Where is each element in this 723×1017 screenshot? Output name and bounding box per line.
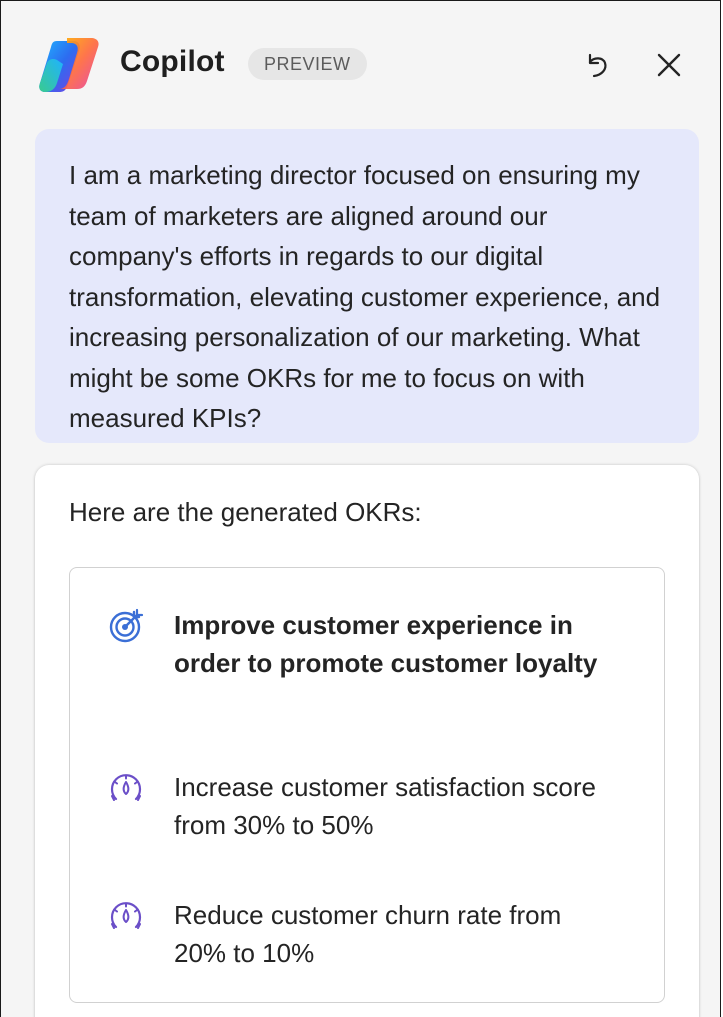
undo-icon xyxy=(588,53,607,78)
undo-button[interactable] xyxy=(579,47,615,83)
key-result-item[interactable]: Increase customer satisfaction score fro… xyxy=(108,768,614,844)
okr-objective[interactable]: Improve customer experience in order to … xyxy=(108,606,614,682)
gauge-icon xyxy=(110,774,142,801)
app-title: Copilot xyxy=(120,45,225,78)
prompt-text: I am a marketing director focused on ens… xyxy=(69,160,661,433)
key-result-text: Increase customer satisfaction score fro… xyxy=(174,772,596,840)
close-button[interactable] xyxy=(651,47,687,83)
copilot-logo-icon xyxy=(39,38,99,92)
close-icon xyxy=(657,53,681,77)
objective-text: Improve customer experience in order to … xyxy=(174,610,598,678)
gauge-icon xyxy=(110,902,142,929)
copilot-response-card: Here are the generated OKRs: Improve cus… xyxy=(35,465,699,1017)
preview-badge: PREVIEW xyxy=(248,48,367,80)
response-intro: Here are the generated OKRs: xyxy=(69,497,422,527)
key-result-item[interactable]: Reduce customer churn rate from 20% to 1… xyxy=(108,896,614,972)
user-prompt-message: I am a marketing director focused on ens… xyxy=(35,129,699,443)
panel-header: Copilot PREVIEW xyxy=(1,1,720,121)
okr-card: Improve customer experience in order to … xyxy=(69,567,665,1003)
key-result-text: Reduce customer churn rate from 20% to 1… xyxy=(174,900,562,968)
copilot-panel: Copilot PREVIEW I am a marketing directo… xyxy=(0,0,721,1017)
target-icon xyxy=(109,608,144,643)
